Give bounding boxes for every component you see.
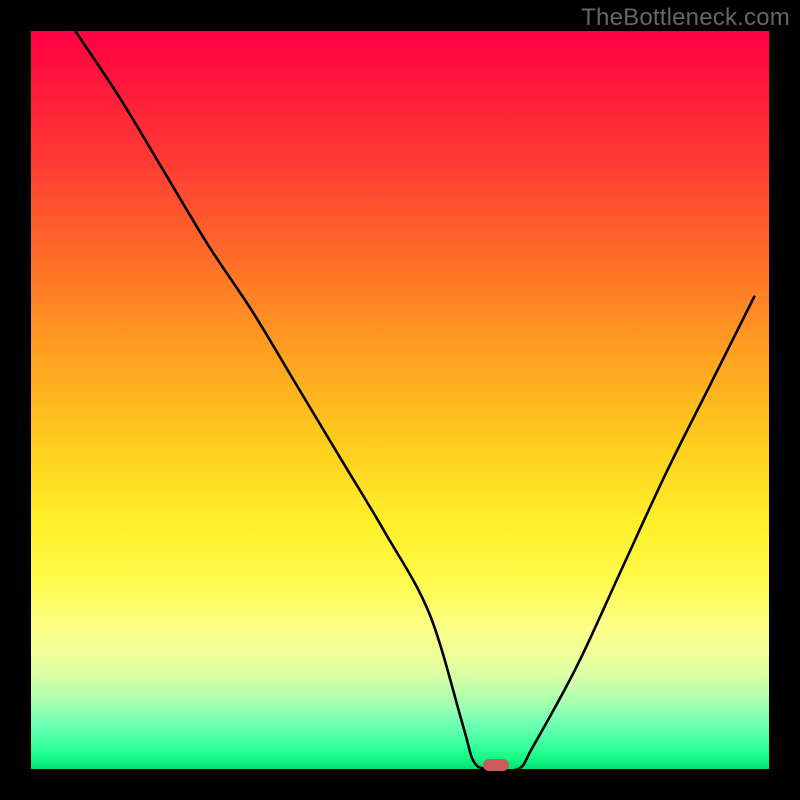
curve-path: [75, 31, 754, 769]
optimum-marker: [483, 759, 509, 771]
watermark-label: TheBottleneck.com: [581, 4, 790, 32]
bottleneck-curve: [31, 31, 769, 769]
plot-area: [31, 31, 769, 769]
figure-frame: TheBottleneck.com: [0, 0, 800, 800]
